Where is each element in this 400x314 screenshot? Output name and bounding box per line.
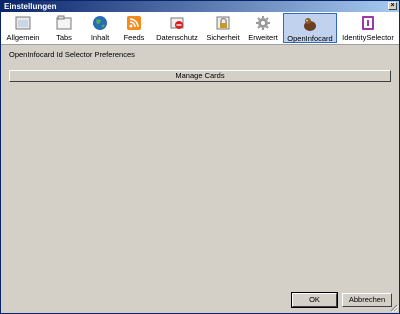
manage-cards-button[interactable]: Manage Cards — [9, 70, 391, 82]
category-toolbar: Allgemein Tabs Inhalt Feeds Datenschutz … — [1, 12, 399, 45]
ok-button[interactable]: OK — [291, 292, 338, 308]
tab-tabs[interactable]: Tabs — [47, 13, 81, 43]
tab-label: Datenschutz — [156, 33, 198, 42]
privacy-icon — [170, 17, 184, 29]
lock-icon — [216, 16, 230, 30]
preferences-panel: OpenInfocard Id Selector Preferences Man… — [1, 45, 399, 313]
tab-label: Sicherheit — [206, 33, 240, 42]
identity-selector-icon — [362, 16, 374, 30]
tab-label: Allgemein — [6, 33, 40, 42]
tab-erweitert[interactable]: Erweitert — [245, 13, 281, 43]
globe-icon — [93, 16, 107, 30]
tab-feeds[interactable]: Feeds — [119, 13, 149, 43]
panel-title: OpenInfocard Id Selector Preferences — [9, 50, 135, 59]
tab-sicherheit[interactable]: Sicherheit — [203, 13, 243, 43]
tab-inhalt[interactable]: Inhalt — [83, 13, 117, 43]
preferences-window: Einstellungen × Allgemein Tabs Inhalt Fe… — [0, 0, 400, 314]
resize-grip-icon[interactable] — [390, 304, 398, 312]
close-icon: × — [390, 2, 395, 9]
tab-identityselector[interactable]: IdentitySelector — [339, 13, 397, 43]
tab-label: Inhalt — [90, 33, 110, 42]
general-icon — [15, 16, 31, 30]
window-title: Einstellungen — [4, 2, 57, 11]
tab-label: IdentitySelector — [342, 33, 394, 42]
tab-label: Erweitert — [248, 33, 278, 42]
tab-label: Feeds — [123, 33, 145, 42]
tabs-icon — [56, 15, 72, 30]
tab-label: OpenInfocard — [287, 34, 333, 43]
gear-icon — [256, 16, 270, 30]
title-bar: Einstellungen × — [1, 1, 399, 12]
close-button[interactable]: × — [388, 2, 397, 10]
tab-allgemein[interactable]: Allgemein — [3, 13, 43, 43]
tab-openinfocard[interactable]: OpenInfocard — [283, 13, 337, 43]
rss-icon — [127, 16, 141, 30]
tab-label: Tabs — [56, 33, 72, 42]
tab-datenschutz[interactable]: Datenschutz — [153, 13, 201, 43]
cancel-button[interactable]: Abbrechen — [342, 293, 392, 307]
openinfocard-icon — [304, 18, 316, 31]
